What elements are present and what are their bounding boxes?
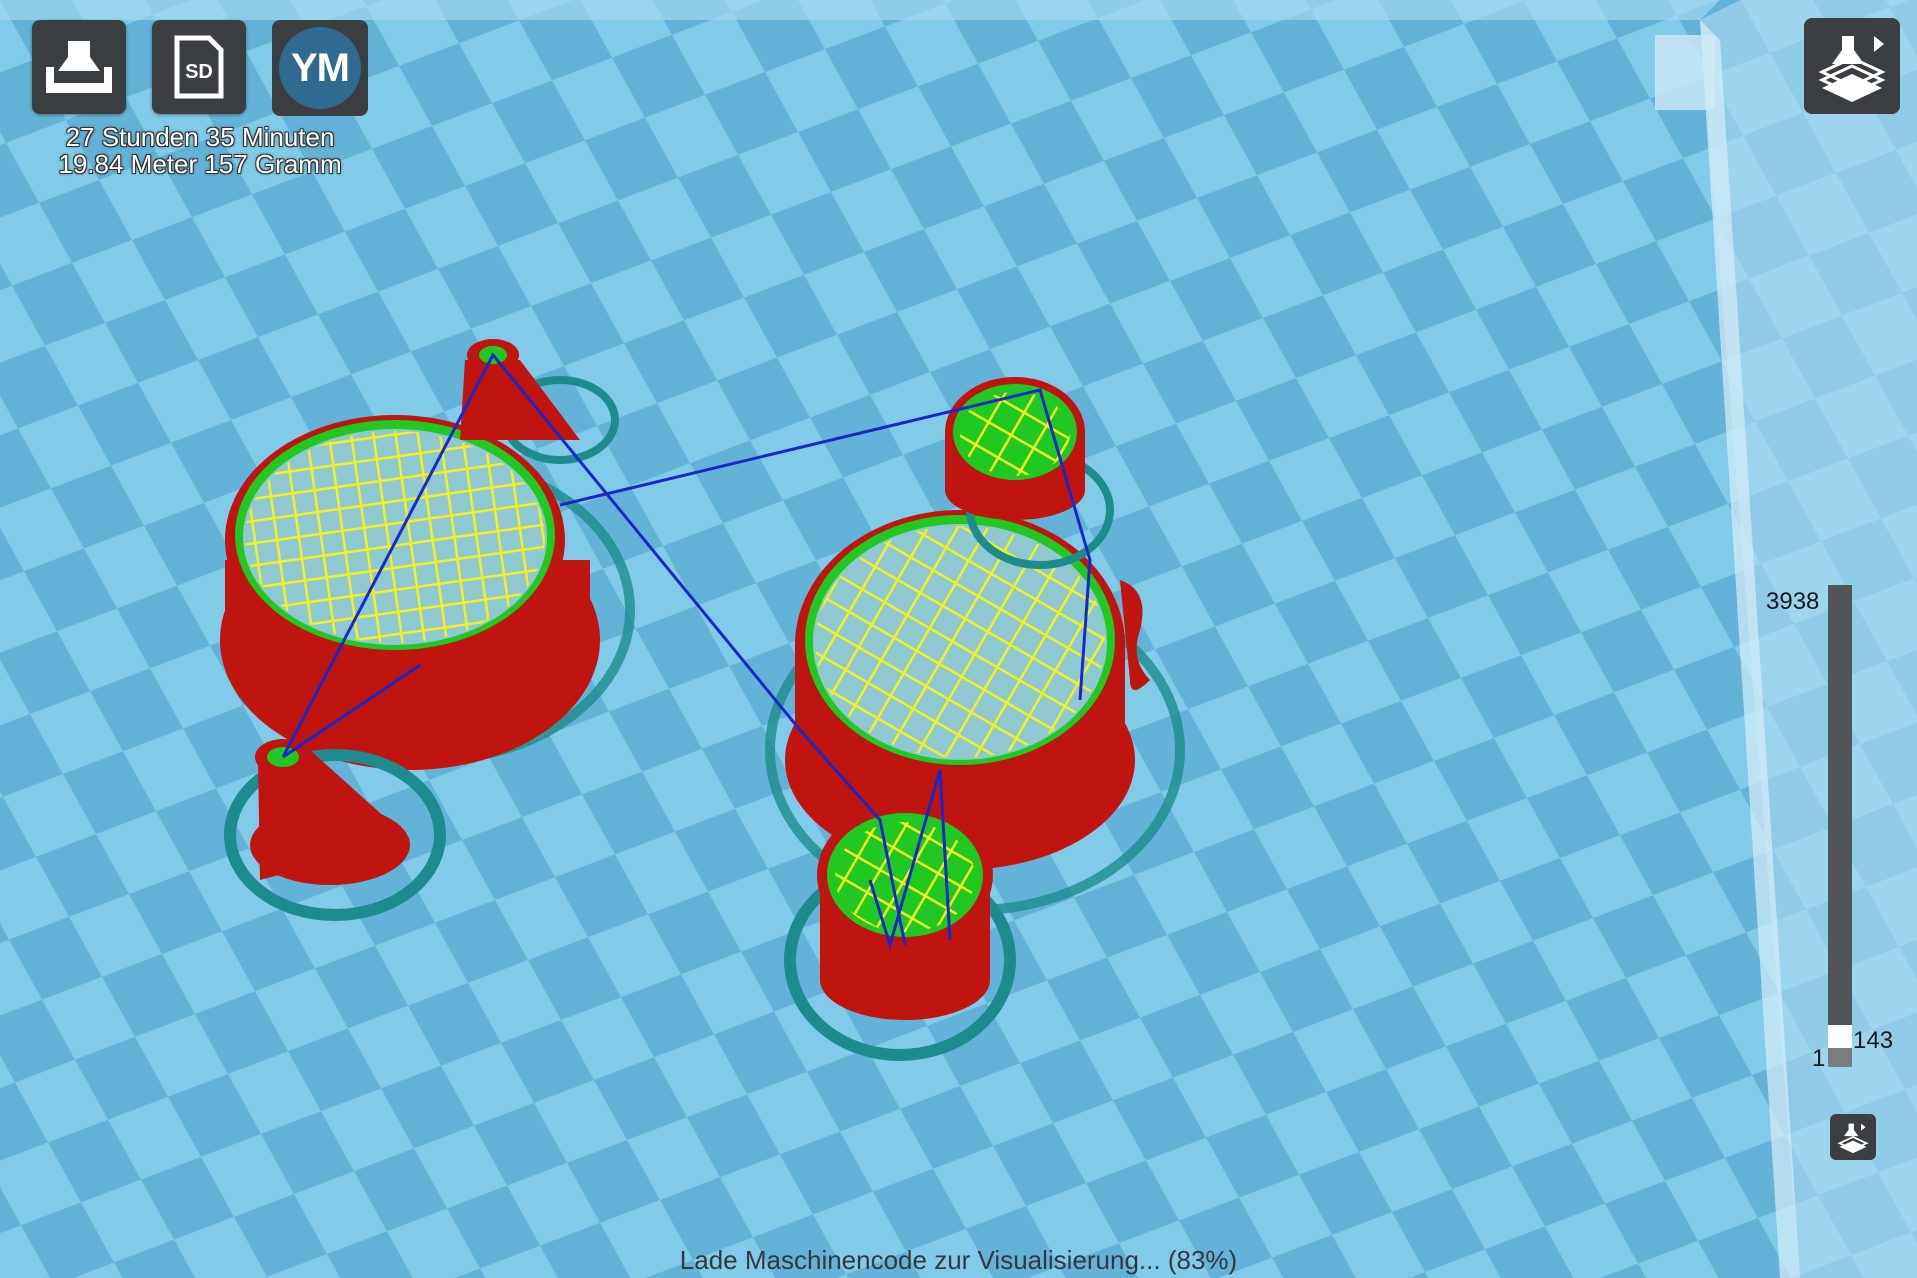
print-button[interactable] bbox=[32, 20, 126, 114]
status-message: Lade Maschinencode zur Visualisierung...… bbox=[679, 1245, 1238, 1275]
sd-card-icon: SD bbox=[174, 35, 224, 99]
layer-current-label: 143 bbox=[1853, 1027, 1894, 1054]
layer-view-small-icon bbox=[1837, 1123, 1869, 1154]
printer-tray-icon bbox=[46, 41, 112, 93]
layer-max-label: 3938 bbox=[1766, 588, 1820, 615]
layer-view-small-button[interactable] bbox=[1830, 1114, 1876, 1160]
view-mode-button[interactable] bbox=[1804, 18, 1900, 114]
account-button[interactable]: YM bbox=[272, 20, 368, 116]
svg-text:SD: SD bbox=[185, 61, 213, 83]
account-avatar: YM bbox=[279, 27, 361, 109]
layer-min-label: 1 bbox=[1812, 1045, 1826, 1072]
nozzle-marker bbox=[1655, 35, 1715, 110]
print-time: 27 Stunden 35 Minuten bbox=[65, 122, 335, 152]
layer-slider-handle[interactable] bbox=[1828, 1025, 1852, 1048]
layer-slider-fill bbox=[1828, 1048, 1852, 1067]
3d-viewport[interactable] bbox=[0, 0, 1917, 1278]
print-estimate: 27 Stunden 35 Minuten 19.84 Meter 157 Gr… bbox=[30, 124, 370, 178]
build-plate-scene bbox=[0, 0, 1917, 1278]
layer-view-icon bbox=[1818, 36, 1886, 102]
plate-back-edge bbox=[0, 0, 1720, 20]
print-material: 19.84 Meter 157 Gramm bbox=[58, 149, 342, 179]
layer-slider-track[interactable] bbox=[1828, 585, 1852, 1067]
sd-card-button[interactable]: SD bbox=[152, 20, 246, 114]
